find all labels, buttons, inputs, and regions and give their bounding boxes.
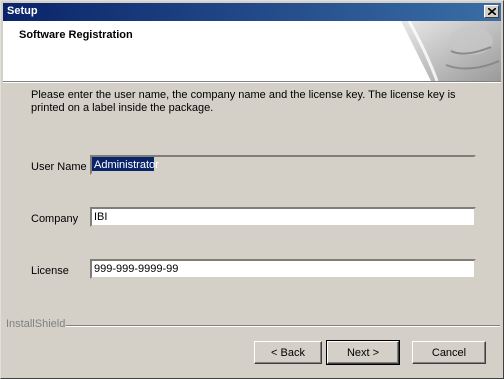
close-button[interactable]	[484, 5, 499, 18]
window-title: Setup	[7, 5, 38, 17]
license-input[interactable]	[90, 259, 476, 279]
page-title: Software Registration	[19, 29, 133, 41]
instructions-text: Please enter the user name, the company …	[31, 89, 456, 114]
close-icon	[488, 8, 496, 15]
company-label: Company	[31, 213, 79, 225]
installshield-brand: InstallShield	[6, 318, 66, 330]
header-panel: Software Registration	[3, 21, 501, 81]
company-input[interactable]	[90, 207, 476, 227]
license-label: License	[31, 265, 69, 277]
title-bar[interactable]: Setup	[3, 3, 501, 21]
back-button[interactable]: < Back	[254, 341, 322, 364]
next-button[interactable]: Next >	[326, 340, 400, 365]
brand-divider-highlight	[66, 326, 500, 327]
username-label: User Name	[31, 161, 87, 173]
setup-window: Setup Software Registration Please enter…	[0, 0, 504, 379]
header-divider-highlight	[3, 82, 501, 83]
installshield-face-art-icon	[401, 21, 501, 81]
username-input[interactable]	[90, 155, 476, 175]
cancel-button[interactable]: Cancel	[412, 341, 486, 364]
